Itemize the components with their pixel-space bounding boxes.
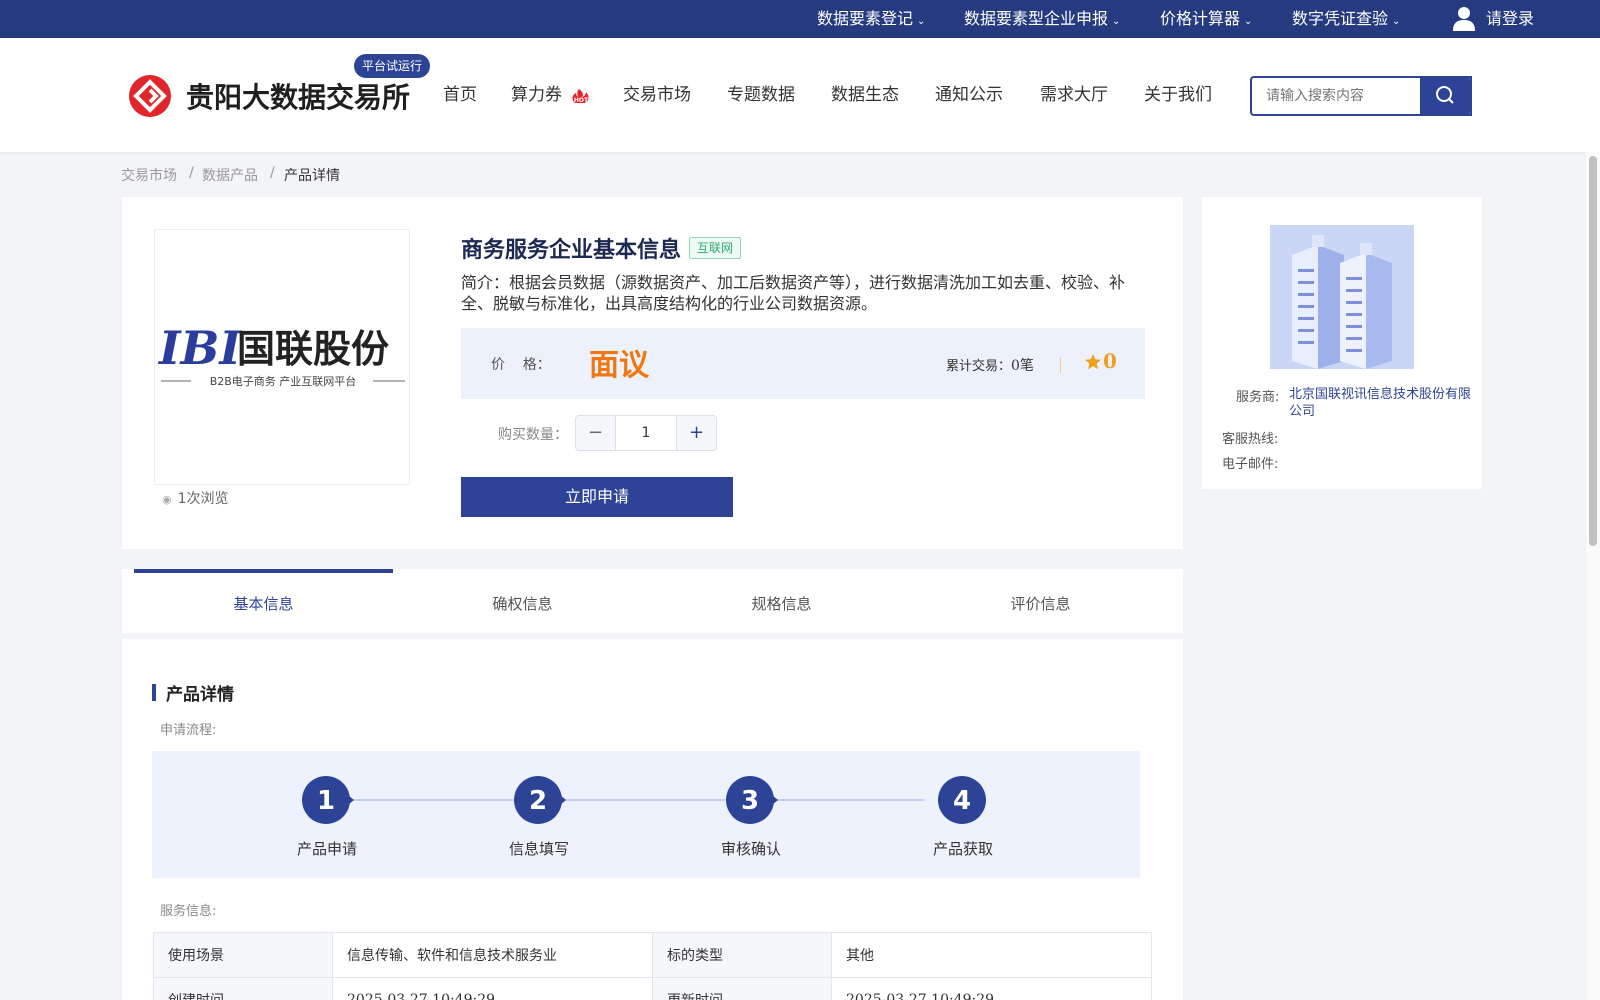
hotline-label: 客服热线: [1222, 432, 1279, 447]
nav-trade-market[interactable]: 交易市场 [623, 80, 691, 105]
search-button[interactable] [1420, 76, 1470, 116]
product-title: 商务服务企业基本信息 [461, 237, 682, 263]
nav-home[interactable]: 首页 [443, 80, 477, 105]
nav-compute-voucher[interactable]: 算力券 [511, 80, 562, 105]
category-tag: 互联网 [689, 237, 742, 259]
service-info-label: 服务信息: [160, 904, 217, 919]
logo-subtitle: B2B电子商务 产业互联网平台 [210, 374, 357, 388]
table-row: 创建时间 2025-03-27 10:49:29 更新时间 2025-03-27… [153, 977, 1152, 1000]
provider-name-link[interactable]: 北京国联视讯信息技术股份有限公司 [1289, 386, 1474, 420]
step-label: 审核确认 [720, 840, 781, 858]
decrease-quantity-button[interactable]: − [576, 416, 616, 450]
table-value: 2025-03-27 10:49:29 [831, 977, 1152, 1000]
view-count: ◉ 1次浏览 [162, 491, 229, 507]
table-row: 使用场景 信息传输、软件和信息技术服务业 标的类型 其他 [153, 932, 1152, 978]
user-icon[interactable] [1452, 6, 1476, 32]
quantity-input[interactable]: 1 [616, 416, 676, 450]
section-accent-bar [152, 684, 156, 701]
table-key: 标的类型 [652, 932, 832, 978]
top-bar: 数据要素登记 ⌄ 数据要素型企业申报 ⌄ 价格计算器 ⌄ 数字凭证查验 ⌄ 请登录 [0, 0, 1600, 38]
quantity-stepper: − 1 + [575, 415, 717, 451]
breadcrumb-separator: / [270, 165, 275, 181]
table-key: 更新时间 [652, 977, 832, 1000]
quantity-label: 购买数量： [498, 427, 568, 443]
table-key: 使用场景 [153, 932, 333, 978]
tab-rights-info[interactable]: 确权信息 [393, 593, 652, 614]
table-value: 信息传输、软件和信息技术服务业 [332, 932, 653, 978]
brand-name[interactable]: 贵阳大数据交易所 [186, 76, 410, 116]
rating-value: 0 [1103, 349, 1117, 373]
nav-data-ecology[interactable]: 数据生态 [831, 80, 899, 105]
building-icon [1270, 225, 1414, 369]
step-number: 3 [741, 786, 759, 816]
step-number: 1 [317, 786, 335, 816]
eye-icon: ◉ [162, 493, 172, 506]
provider-building-image [1270, 225, 1414, 369]
table-value: 其他 [831, 932, 1152, 978]
chevron-down-icon: ⌄ [917, 16, 926, 27]
trade-count: 累计交易：0笔 [946, 358, 1034, 374]
nav-topic-data[interactable]: 专题数据 [727, 80, 795, 105]
topbar-item-certificate-check[interactable]: 数字凭证查验 ⌄ [1292, 0, 1400, 38]
exchange-logo-icon[interactable] [128, 74, 172, 118]
active-tab-indicator [134, 569, 393, 573]
trial-badge: 平台试运行 [354, 54, 430, 78]
breadcrumb-current: 产品详情 [284, 168, 340, 184]
chevron-down-icon: ⌄ [1244, 16, 1253, 27]
login-link[interactable]: 请登录 [1486, 0, 1534, 38]
breadcrumb-data-products[interactable]: 数据产品 [202, 165, 258, 185]
email-label: 电子邮件: [1222, 457, 1279, 472]
company-logo: IBI 国联股份 B2B电子商务 产业互联网平台 [157, 321, 405, 388]
step-number: 2 [529, 786, 547, 816]
chevron-down-icon: ⌄ [1112, 16, 1121, 27]
step-label: 信息填写 [508, 840, 569, 858]
topbar-item-price-calculator[interactable]: 价格计算器 ⌄ [1160, 0, 1252, 38]
logo-text: 国联股份 [237, 327, 389, 371]
hot-flame-icon: HOT [572, 89, 589, 104]
star-icon [1085, 354, 1101, 370]
step-label: 产品获取 [932, 840, 993, 858]
divider [1060, 357, 1061, 373]
process-label: 申请流程: [160, 723, 217, 738]
logo-letters: IBI [157, 321, 242, 375]
price-panel [461, 328, 1145, 399]
table-key: 创建时间 [153, 977, 333, 1000]
service-info-table: 使用场景 信息传输、软件和信息技术服务业 标的类型 其他 创建时间 2025-0… [153, 932, 1152, 1000]
nav-demand-hall[interactable]: 需求大厅 [1040, 80, 1108, 105]
scrollbar-thumb[interactable] [1589, 156, 1597, 546]
nav-about-us[interactable]: 关于我们 [1144, 80, 1212, 105]
chevron-down-icon: ⌄ [1392, 16, 1401, 27]
main-header: 贵阳大数据交易所 平台试运行 首页 算力券 HOT 交易市场 专题数据 数据生态… [0, 38, 1600, 152]
table-value: 2025-03-27 10:49:29 [332, 977, 653, 1000]
nav-notices[interactable]: 通知公示 [935, 80, 1003, 105]
step-label: 产品申请 [296, 840, 357, 858]
price-label: 价 格： [491, 357, 551, 373]
tab-spec-info[interactable]: 规格信息 [652, 593, 911, 614]
tab-basic-info[interactable]: 基本信息 [134, 593, 393, 614]
section-title: 产品详情 [166, 685, 234, 705]
apply-now-button[interactable]: 立即申请 [461, 477, 733, 517]
hot-label: HOT [574, 97, 589, 104]
price-value: 面议 [589, 348, 649, 383]
product-logo-image: IBI 国联股份 B2B电子商务 产业互联网平台 [154, 229, 410, 485]
product-intro: 简介：根据会员数据（源数据资产、加工后数据资产等），进行数据清洗加工如去重、校验… [461, 273, 1126, 313]
search-icon [1436, 86, 1454, 104]
increase-quantity-button[interactable]: + [676, 416, 716, 450]
topbar-item-data-registration[interactable]: 数据要素登记 ⌄ [817, 0, 925, 38]
breadcrumb-trade-market[interactable]: 交易市场 [121, 165, 177, 185]
breadcrumb-separator: / [189, 165, 194, 181]
provider-label: 服务商: [1236, 390, 1280, 405]
step-number: 4 [953, 786, 971, 816]
topbar-item-enterprise-declaration[interactable]: 数据要素型企业申报 ⌄ [964, 0, 1120, 38]
tab-review-info[interactable]: 评价信息 [911, 593, 1170, 614]
